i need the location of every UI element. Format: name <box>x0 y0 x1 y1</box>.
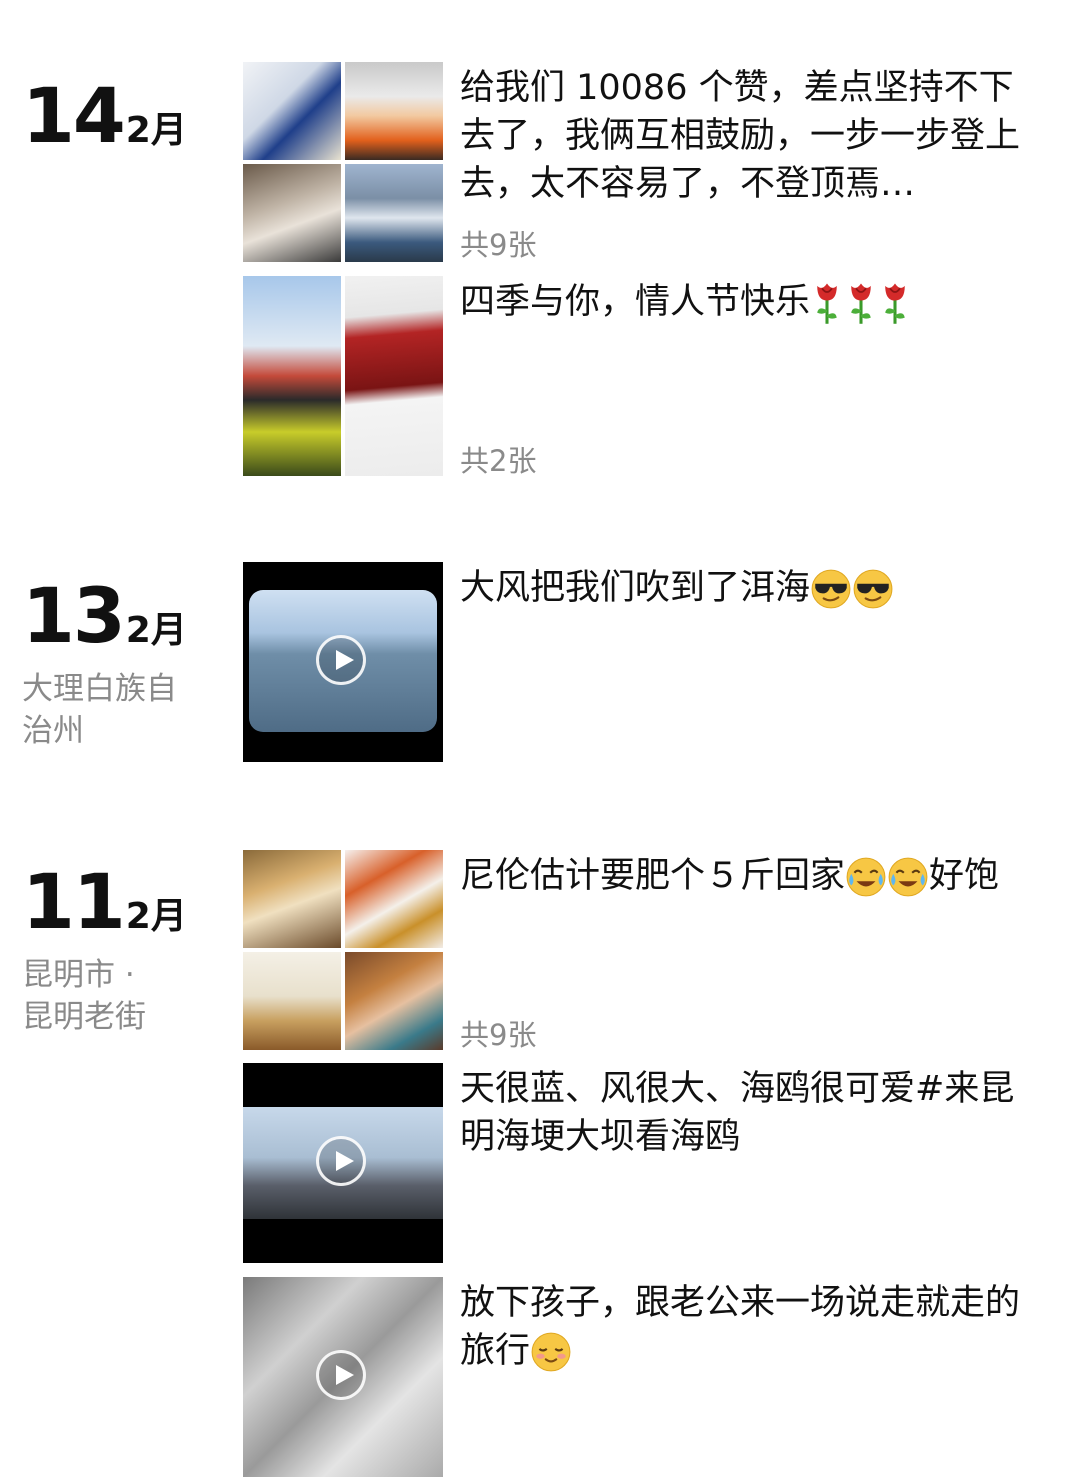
photo-thumbnail[interactable] <box>243 850 341 948</box>
photo-thumbnail[interactable] <box>243 164 341 262</box>
photo-grid[interactable] <box>243 276 443 476</box>
date-month: 2月 <box>125 110 187 151</box>
video-thumbnail[interactable] <box>243 1063 443 1263</box>
post-caption: 四季与你，情人节快乐 <box>460 278 1040 326</box>
date-day: 14 <box>22 71 126 160</box>
photo-thumbnail[interactable] <box>243 952 341 1050</box>
photo-thumbnail[interactable] <box>345 850 443 948</box>
video-thumbnail[interactable] <box>243 1277 443 1477</box>
photo-count: 共9张 <box>460 1018 537 1052</box>
date-header-13: 132月 大理白族自 治州 <box>22 578 192 752</box>
date-day: 13 <box>22 571 126 660</box>
photo-count: 共9张 <box>460 228 537 262</box>
post-caption: 大风把我们吹到了洱海 <box>460 564 1040 612</box>
post-caption: 放下孩子，跟老公来一场说走就走的旅行 <box>460 1283 1021 1373</box>
photo-thumbnail[interactable] <box>243 276 341 476</box>
photo-grid[interactable] <box>243 850 443 1050</box>
location-label[interactable]: 大理白族自 治州 <box>22 668 192 752</box>
date-header-14: 142月 <box>22 78 187 154</box>
date-header-11: 112月 昆明市 · 昆明老街 <box>22 864 192 1038</box>
location-label[interactable]: 昆明市 · 昆明老街 <box>22 954 192 1038</box>
rose-icon <box>810 281 844 325</box>
photo-count: 共2张 <box>460 444 537 478</box>
rose-icon <box>878 281 912 325</box>
photo-thumbnail[interactable] <box>345 276 443 476</box>
photo-thumbnail[interactable] <box>345 164 443 262</box>
moment-post[interactable]: 四季与你，情人节快乐 共2张 <box>243 276 1043 478</box>
moment-post[interactable]: 天很蓝、风很大、海鸥很可爱#来昆明海埂大坝看海鸥 <box>243 1063 1043 1263</box>
video-thumbnail[interactable] <box>243 562 443 762</box>
moment-post[interactable]: 尼伦估计要肥个５斤回家 好饱 共9张 <box>243 850 1043 1052</box>
date-month: 2月 <box>125 610 187 651</box>
cool-sunglasses-icon <box>810 568 852 610</box>
crying-laughing-icon <box>887 856 929 898</box>
photo-thumbnail[interactable] <box>243 62 341 160</box>
date-day: 11 <box>22 857 126 946</box>
post-caption: 尼伦估计要肥个５斤回家 好饱 <box>460 856 1000 898</box>
moment-post[interactable]: 放下孩子，跟老公来一场说走就走的旅行 <box>243 1277 1043 1477</box>
photo-grid[interactable] <box>243 62 443 262</box>
post-caption: 天很蓝、风很大、海鸥很可爱#来昆明海埂大坝看海鸥 <box>460 1069 1015 1157</box>
moment-post[interactable]: 给我们 10086 个赞，差点坚持不下去了，我俩互相鼓励，一步一步登上去，太不容… <box>243 62 1043 262</box>
rose-icon <box>844 281 878 325</box>
play-icon[interactable] <box>316 635 366 685</box>
crying-laughing-icon <box>845 856 887 898</box>
date-month: 2月 <box>125 896 187 937</box>
post-caption: 给我们 10086 个赞，差点坚持不下去了，我俩互相鼓励，一步一步登上去，太不容… <box>460 68 1021 204</box>
photo-thumbnail[interactable] <box>345 62 443 160</box>
play-icon[interactable] <box>316 1136 366 1186</box>
moment-post[interactable]: 大风把我们吹到了洱海 <box>243 562 1043 762</box>
smiling-closed-eyes-icon <box>530 1331 572 1373</box>
cool-sunglasses-icon <box>852 568 894 610</box>
photo-thumbnail[interactable] <box>345 952 443 1050</box>
play-icon[interactable] <box>316 1350 366 1400</box>
